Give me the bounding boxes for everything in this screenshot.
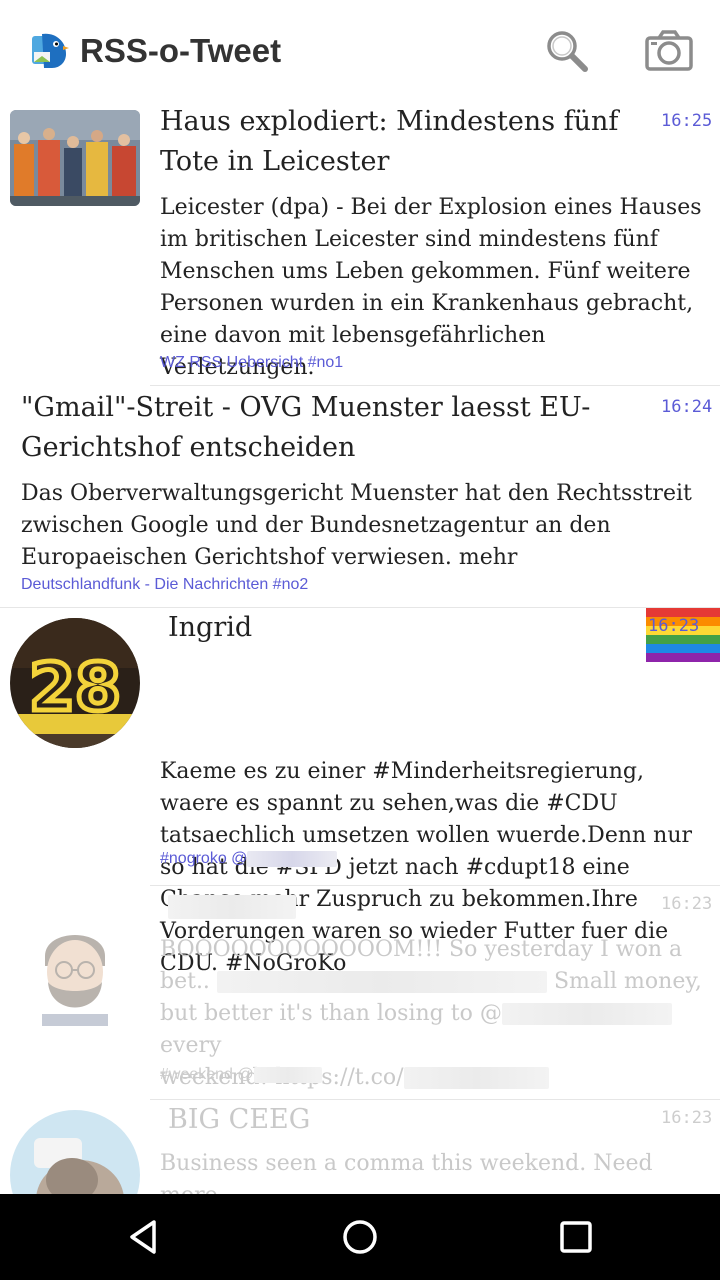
item-time: 16:24 (661, 397, 713, 417)
item-body: Das Oberverwaltungsgericht Muenster hat … (21, 481, 692, 570)
redacted-handle (253, 1066, 322, 1083)
tweet-author: Ingrid (168, 612, 253, 643)
tweet-author: BIG CEEG (168, 1104, 311, 1135)
feed-item[interactable]: Haus explodiert: Mindestens fünf Tote in… (0, 96, 720, 384)
bird-logo-icon (30, 30, 70, 70)
item-time: 16:25 (661, 111, 713, 131)
feed-item[interactable]: BIG CEEG 16:23 Business seen a comma thi… (0, 1100, 720, 1194)
item-title: Haus explodiert: Mindestens fünf Tote in… (160, 106, 619, 177)
redacted-handle (247, 850, 338, 867)
item-time: 16:23 (661, 894, 713, 914)
item-source[interactable]: #weekend @ (160, 1066, 322, 1084)
item-source[interactable]: #nogroko @ (160, 850, 338, 868)
feed-item[interactable]: 16:23 BOOOOOOOOOOOOM!!! So yesterday I w… (0, 886, 720, 1098)
tweet-author (168, 886, 296, 926)
item-time: 16:23 (648, 616, 700, 636)
item-title: "Gmail"-Streit - OVG Muenster laesst EU-… (21, 392, 591, 463)
avatar[interactable] (10, 1110, 140, 1194)
app-bar: RSS-o-Tweet (0, 0, 720, 100)
recents-icon[interactable] (546, 1212, 606, 1262)
avatar[interactable] (20, 916, 130, 1026)
redacted-link (403, 1067, 549, 1089)
redacted-handle (501, 1003, 672, 1025)
item-source[interactable]: Deutschlandfunk - Die Nachrichten #no2 (21, 576, 308, 594)
news-thumbnail (10, 110, 140, 206)
avatar[interactable]: 28 (10, 618, 140, 748)
redacted-author (168, 894, 296, 919)
home-icon[interactable] (330, 1212, 390, 1262)
app-title: RSS-o-Tweet (80, 32, 282, 69)
tweet-body: Business seen a comma this weekend. Need… (160, 1151, 653, 1194)
redacted-text (216, 971, 547, 993)
system-nav-bar (0, 1194, 720, 1280)
camera-icon[interactable] (642, 24, 696, 78)
search-icon[interactable] (540, 24, 594, 78)
feed-item[interactable]: "Gmail"-Streit - OVG Muenster laesst EU-… (0, 386, 720, 606)
feed-list[interactable]: · · · · · · · · · · · · · · · · · · · · … (0, 96, 720, 1194)
feed-item[interactable]: 28 Ingrid 16:23 Kaeme es zu einer #Minde… (0, 608, 720, 976)
item-source[interactable]: WZ RSS Uebersicht #no1 (160, 354, 343, 372)
avatar-number: 28 (29, 649, 121, 726)
back-icon[interactable] (114, 1212, 174, 1262)
item-time: 16:23 (661, 1108, 713, 1128)
